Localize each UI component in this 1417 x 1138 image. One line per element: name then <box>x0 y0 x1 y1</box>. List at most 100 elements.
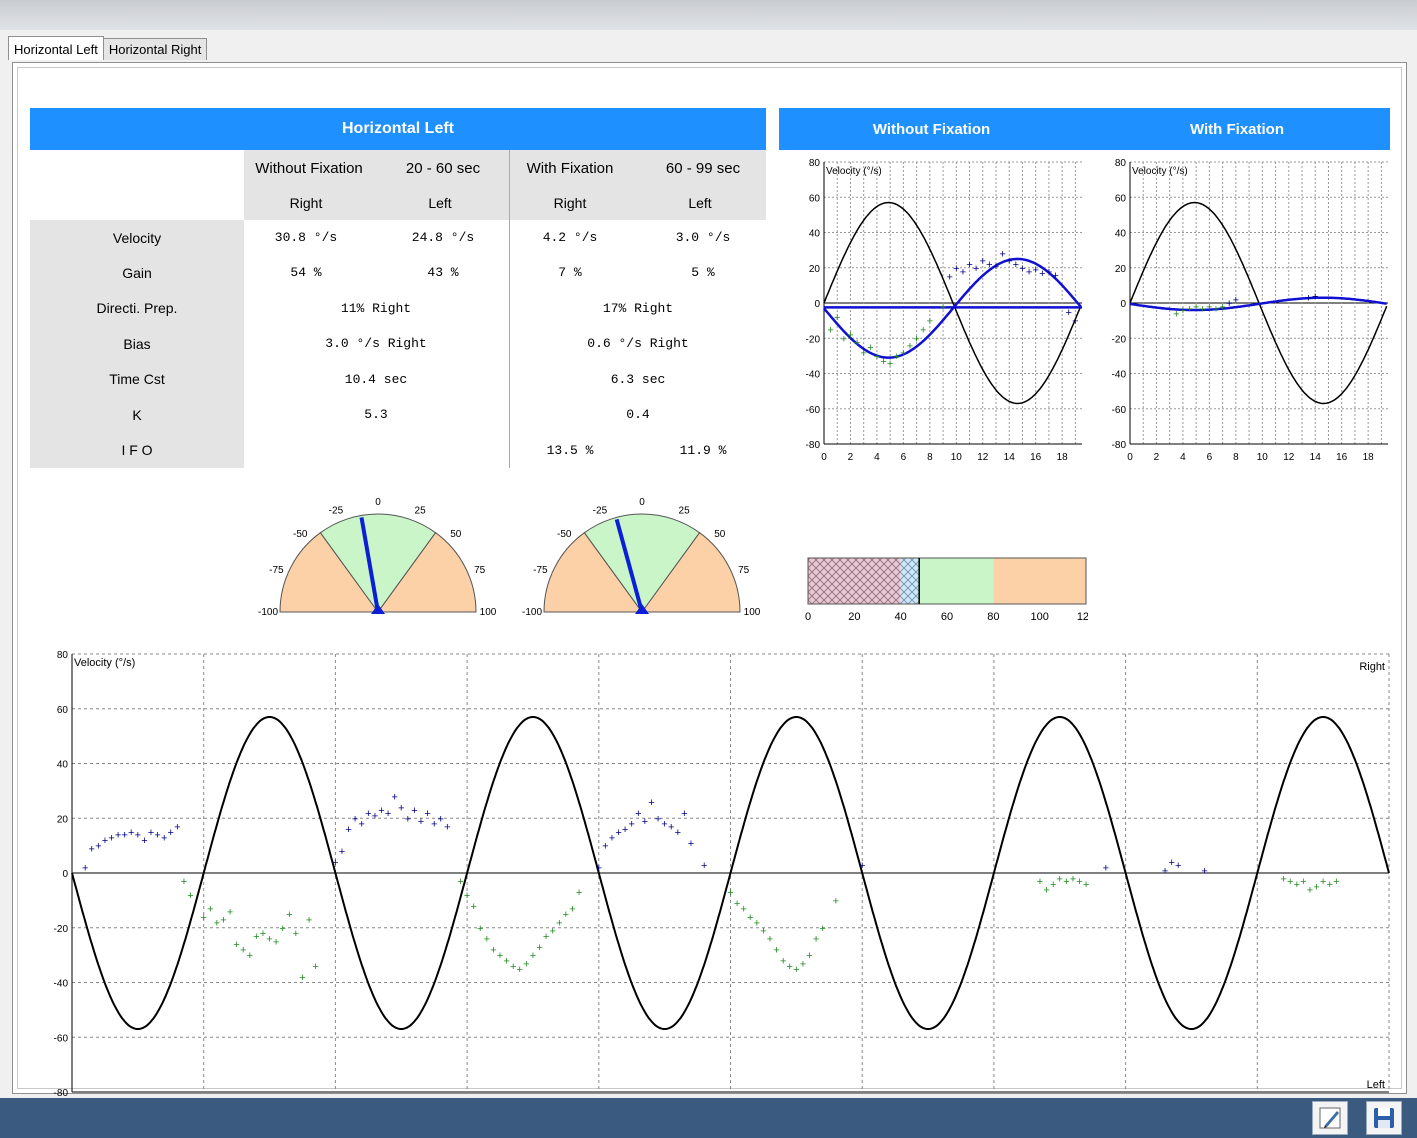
data-point-blue: + <box>1168 857 1174 869</box>
data-point-green: + <box>860 347 866 359</box>
data-point-blue: + <box>418 816 424 828</box>
data-point-green: + <box>760 925 766 937</box>
data-point-blue: + <box>960 266 966 278</box>
scale-zone-low <box>808 558 901 604</box>
velocity-with-left: 3.0 °/s <box>675 230 731 245</box>
data-point-blue: + <box>168 827 174 839</box>
direction-prep-with: 17% Right <box>602 300 674 316</box>
data-point-green: + <box>1219 302 1225 314</box>
data-point-green: + <box>477 923 483 935</box>
gauge-tick-label: 0 <box>375 497 381 508</box>
gauge-with-fixation: -100 -75 -50 -25 0 25 50 75 100 <box>522 497 761 618</box>
gauge-tick-label: -50 <box>557 529 572 540</box>
gauge-tick-label: -75 <box>533 565 548 576</box>
data-point-blue: + <box>339 846 345 858</box>
data-point-green: + <box>827 324 833 336</box>
y-tick-label: -60 <box>806 405 821 416</box>
data-point-blue: + <box>411 805 417 817</box>
scale-zone-high <box>993 558 1086 604</box>
data-point-green: + <box>1287 876 1293 888</box>
save-button[interactable] <box>1366 1101 1402 1135</box>
data-point-green: + <box>503 956 509 968</box>
y-tick-label: 80 <box>1115 158 1127 169</box>
scale-tick-label: 0 <box>805 611 811 623</box>
with-left-header: Left <box>688 195 712 211</box>
data-point-green: + <box>510 961 516 973</box>
gauge-tick-label: 100 <box>744 607 761 618</box>
tab-horizontal-left[interactable]: Horizontal Left <box>8 36 104 60</box>
y-tick-label: -40 <box>806 370 821 381</box>
data-point-blue: + <box>1006 256 1012 268</box>
data-point-green: + <box>253 931 259 943</box>
data-point-green: + <box>894 351 900 363</box>
data-point-green: + <box>1076 876 1082 888</box>
data-point-green: + <box>940 302 946 314</box>
data-point-green: + <box>484 934 490 946</box>
data-point-blue: + <box>372 811 378 823</box>
data-point-green: + <box>1213 303 1219 315</box>
bias-with: 0.6 °/s Right <box>587 336 689 351</box>
data-point-green: + <box>773 945 779 957</box>
data-point-blue: + <box>681 808 687 820</box>
row-label-gain: Gain <box>122 264 152 281</box>
data-point-blue: + <box>365 808 371 820</box>
edit-button[interactable] <box>1312 1101 1348 1135</box>
data-point-blue: + <box>385 808 391 820</box>
x-tick-label: 8 <box>1233 452 1239 463</box>
k-without: 5.3 <box>364 407 388 422</box>
tab-horizontal-right[interactable]: Horizontal Right <box>102 38 208 60</box>
data-point-blue: + <box>1013 259 1019 271</box>
data-point-blue: + <box>648 797 654 809</box>
data-point-green: + <box>543 931 549 943</box>
data-point-blue: + <box>95 841 101 853</box>
data-point-green: + <box>207 904 213 916</box>
y-axis-label: Velocity (°/s) <box>826 166 882 177</box>
data-point-green: + <box>293 928 299 940</box>
data-point-green: + <box>841 333 847 345</box>
data-point-green: + <box>813 934 819 946</box>
data-point-blue: + <box>1226 298 1232 310</box>
data-point-blue: + <box>1201 865 1207 877</box>
gauge-tick-label: -25 <box>593 505 608 516</box>
data-point-green: + <box>1037 876 1043 888</box>
row-label-ifo: I F O <box>121 442 153 458</box>
data-point-blue: + <box>668 821 674 833</box>
data-point-blue: + <box>378 805 384 817</box>
y-tick-label: -20 <box>54 924 69 935</box>
data-point-blue: + <box>980 256 986 268</box>
data-point-green: + <box>220 915 226 927</box>
gain-with-right: 7 % <box>558 265 582 280</box>
x-tick-label: 12 <box>1283 452 1295 463</box>
gauge-tick-label: -100 <box>258 607 278 618</box>
y-tick-label: -60 <box>54 1033 69 1044</box>
gauge-tick-label: 25 <box>415 505 427 516</box>
gauge-without-fixation: -100 -75 -50 -25 0 25 50 75 100 <box>258 497 497 618</box>
y-tick-label: -20 <box>806 334 821 345</box>
data-point-green: + <box>867 342 873 354</box>
data-point-green: + <box>920 324 926 336</box>
data-point-green: + <box>464 890 470 902</box>
data-point-blue: + <box>161 832 167 844</box>
data-point-blue: + <box>973 263 979 275</box>
data-point-green: + <box>1180 305 1186 317</box>
x-tick-label: 6 <box>901 452 907 463</box>
label-left: Left <box>1367 1079 1385 1091</box>
data-point-blue: + <box>1072 316 1078 328</box>
data-point-blue: + <box>332 857 338 869</box>
data-point-green: + <box>847 330 853 342</box>
data-point-blue: + <box>661 819 667 831</box>
data-point-blue: + <box>946 272 952 284</box>
gauge-tick-label: -100 <box>522 607 542 618</box>
x-tick-label: 10 <box>1257 452 1269 463</box>
data-point-green: + <box>1050 879 1056 891</box>
data-point-green: + <box>887 358 893 370</box>
y-tick-label: -40 <box>1112 370 1127 381</box>
data-point-green: + <box>913 333 919 345</box>
data-point-blue: + <box>1103 863 1109 875</box>
direction-prep-without: 11% Right <box>340 300 412 316</box>
time-cst-with: 6.3 sec <box>610 371 666 387</box>
gauge-tick-label: -25 <box>329 505 344 516</box>
scale-zone-value <box>900 558 920 604</box>
y-tick-label: 80 <box>809 158 821 169</box>
with-right-header: Right <box>553 195 587 211</box>
